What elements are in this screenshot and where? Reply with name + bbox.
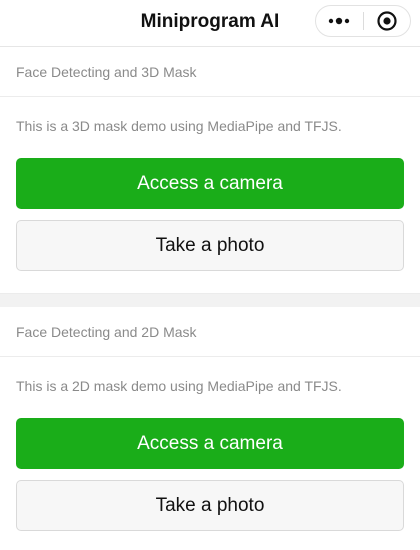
take-photo-button[interactable]: Take a photo	[16, 480, 404, 531]
target-circle-icon	[377, 11, 397, 31]
section-3d-mask: Face Detecting and 3D Mask This is a 3D …	[0, 47, 420, 271]
section-title: Face Detecting and 3D Mask	[0, 47, 420, 97]
more-dots-icon	[329, 17, 350, 25]
access-camera-button[interactable]: Access a camera	[16, 418, 404, 469]
section-description: This is a 3D mask demo using MediaPipe a…	[16, 117, 342, 134]
capsule-menu	[315, 5, 411, 37]
access-camera-button[interactable]: Access a camera	[16, 158, 404, 209]
take-photo-button[interactable]: Take a photo	[16, 220, 404, 271]
section-description: This is a 2D mask demo using MediaPipe a…	[16, 377, 342, 394]
more-options-button[interactable]	[316, 6, 363, 36]
section-2d-mask: Face Detecting and 2D Mask This is a 2D …	[0, 307, 420, 531]
close-miniprogram-button[interactable]	[363, 6, 410, 36]
navigation-bar: Miniprogram AI	[0, 0, 420, 47]
section-title: Face Detecting and 2D Mask	[0, 307, 420, 357]
section-separator	[0, 293, 420, 307]
